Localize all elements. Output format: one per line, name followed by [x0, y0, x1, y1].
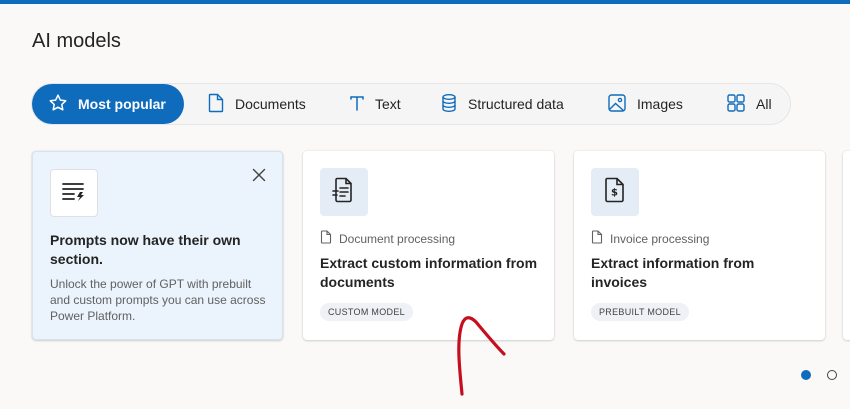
invoice-icon: $	[604, 177, 626, 208]
filter-label: Text	[375, 96, 401, 112]
close-button[interactable]	[250, 168, 268, 186]
grid-icon	[726, 93, 746, 116]
card-category-label: Document processing	[339, 231, 456, 246]
card-category: Invoice processing	[591, 230, 709, 247]
top-accent-bar	[0, 0, 850, 4]
filter-bar: Most popular Documents Text Structured d…	[31, 83, 791, 125]
promo-icon-box	[50, 169, 98, 217]
model-type-badge: PREBUILT MODEL	[591, 303, 689, 321]
card-category: Document processing	[320, 230, 455, 247]
filter-most-popular[interactable]: Most popular	[32, 84, 184, 124]
pagination-dot[interactable]	[827, 370, 837, 380]
prompt-icon	[61, 181, 87, 206]
model-card-invoice-extraction[interactable]: $ Invoice processing Extract information…	[574, 151, 825, 340]
filter-label: All	[756, 96, 772, 112]
pagination-dot-active[interactable]	[801, 370, 811, 380]
card-title: Extract information from invoices	[591, 255, 755, 290]
prompts-promo-card: Prompts now have their own section. Unlo…	[32, 151, 283, 340]
model-icon-box	[320, 168, 368, 216]
card-title: Extract custom information from document…	[320, 255, 538, 290]
red-annotation-stroke	[457, 316, 506, 396]
next-card-partial[interactable]	[843, 151, 850, 340]
model-icon-box: $	[591, 168, 639, 216]
card-category-label: Invoice processing	[610, 231, 710, 246]
star-icon	[48, 93, 68, 116]
page-title: AI models	[32, 30, 121, 52]
svg-text:$: $	[611, 187, 618, 198]
image-icon	[607, 93, 627, 116]
close-icon	[252, 168, 266, 187]
document-small-icon	[591, 230, 603, 247]
filter-label: Most popular	[78, 96, 166, 112]
filter-label: Documents	[235, 96, 306, 112]
text-icon	[349, 94, 365, 115]
filter-label: Structured data	[468, 96, 564, 112]
promo-description: Unlock the power of GPT with prebuilt an…	[50, 277, 266, 323]
filter-label: Images	[637, 96, 683, 112]
promo-title: Prompts now have their own section.	[50, 232, 241, 267]
model-type-badge: CUSTOM MODEL	[320, 303, 413, 321]
filter-all[interactable]: All	[726, 84, 772, 124]
filter-text[interactable]: Text	[349, 84, 401, 124]
document-icon	[207, 93, 225, 116]
database-icon	[440, 93, 458, 116]
document-extract-icon	[332, 177, 356, 208]
filter-documents[interactable]: Documents	[207, 84, 306, 124]
filter-structured-data[interactable]: Structured data	[440, 84, 564, 124]
document-small-icon	[320, 230, 332, 247]
filter-images[interactable]: Images	[607, 84, 683, 124]
